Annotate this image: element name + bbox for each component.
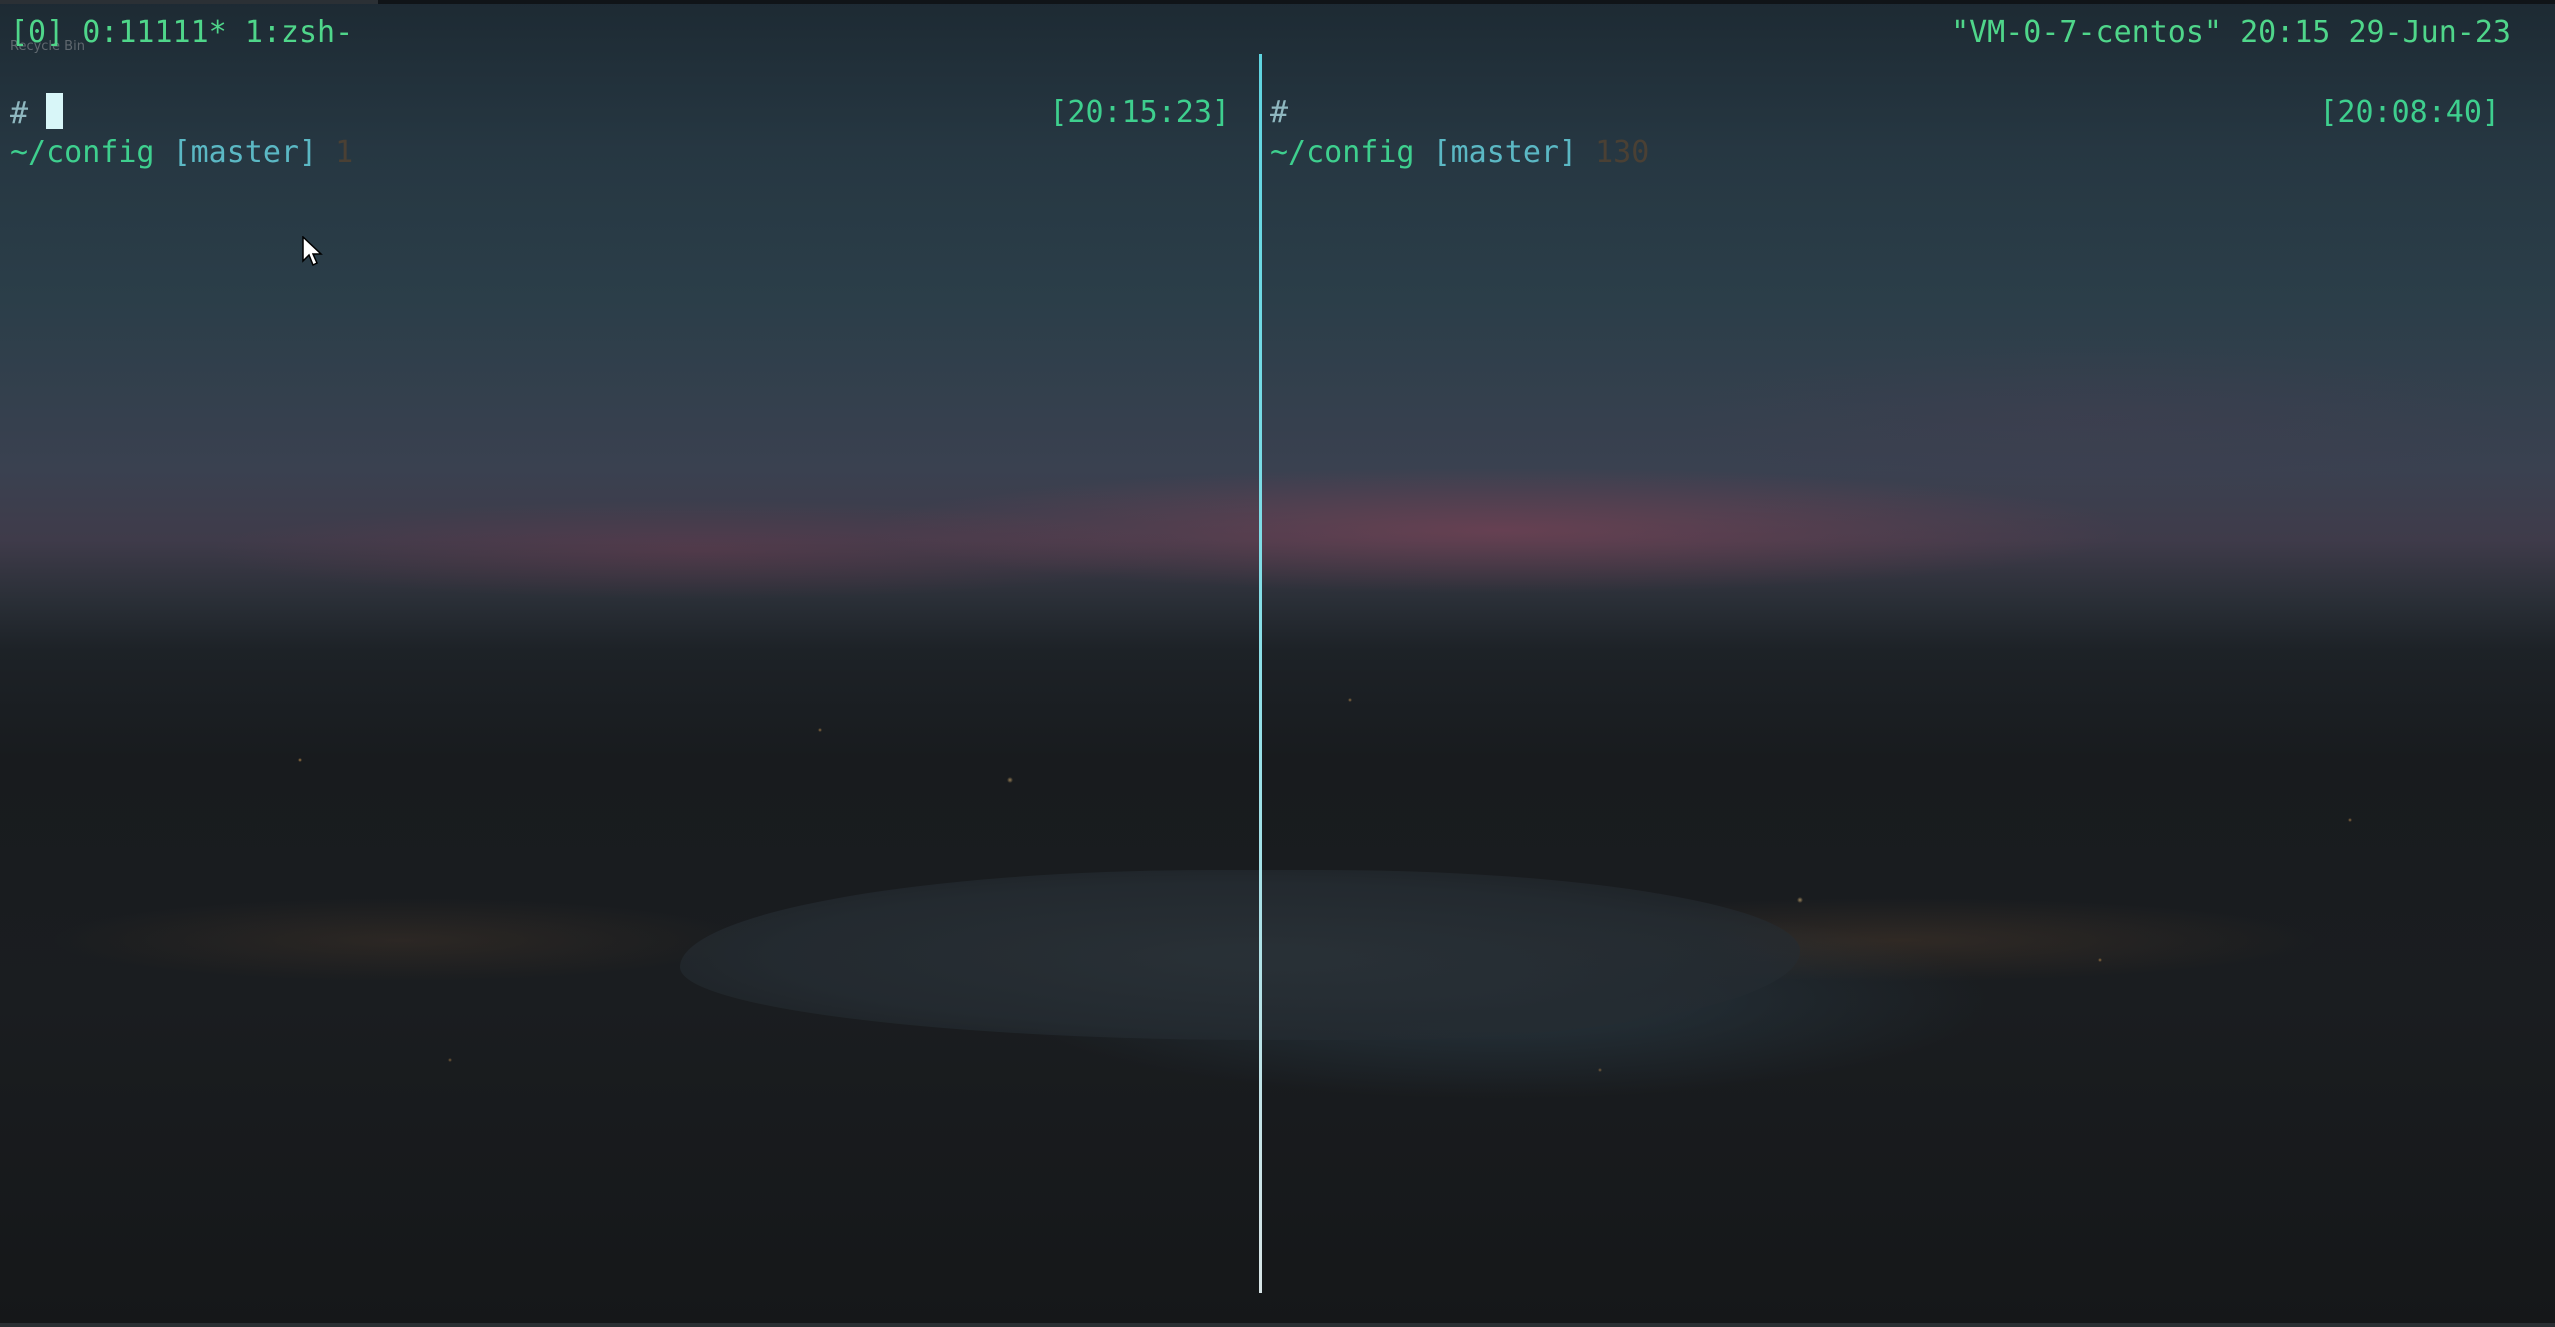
prompt-timestamp: [20:08:40] <box>2319 95 2500 130</box>
tmux-window-0[interactable]: 0:11111* <box>82 15 227 50</box>
tmux-status-left: [0] 0:11111* 1:zsh- <box>10 13 353 53</box>
tmux-clock-date: 29-Jun-23 <box>2348 15 2511 50</box>
prompt-line[interactable]: # <box>10 93 64 134</box>
active-tab-indicator <box>0 0 378 4</box>
top-window-bar <box>0 0 2555 4</box>
prompt-header: ~/config [master] 1 <box>10 133 1230 173</box>
tmux-session-id: [0] <box>10 15 65 50</box>
tmux-window-1[interactable]: 1:zsh- <box>245 15 353 50</box>
mouse-pointer-icon <box>302 236 323 267</box>
prompt-symbol: # <box>10 96 29 131</box>
prompt-symbol: # <box>1270 95 1289 130</box>
exit-code: 130 <box>1595 135 1650 170</box>
git-branch: [master] <box>172 135 318 170</box>
desktop-screen: Recycle Bin [0] 0:11111* 1:zsh- "VM-0-7-… <box>0 0 2555 1327</box>
prompt-path: ~/config <box>1270 135 1415 170</box>
terminal-cursor <box>46 93 64 129</box>
prompt-timestamp: [20:15:23] <box>1049 95 1230 130</box>
prompt-header: ~/config [master] 130 <box>1270 133 2500 173</box>
tmux-status-right: "VM-0-7-centos" 20:15 29-Jun-23 <box>1951 13 2511 53</box>
tmux-clock-time: 20:15 <box>2240 15 2331 50</box>
wallpaper-lake <box>680 870 1800 1040</box>
prompt-path: ~/config <box>10 135 155 170</box>
pane-divider[interactable] <box>1259 54 1262 1293</box>
tmux-hostname: "VM-0-7-centos" <box>1951 15 2222 50</box>
bottom-window-bar <box>0 1323 2555 1327</box>
exit-code: 1 <box>335 135 354 170</box>
prompt-line[interactable]: # <box>1270 93 1288 133</box>
terminal-pane-left[interactable]: ~/config [master] 1 # [20:15:23] <box>10 53 1230 333</box>
git-branch: [master] <box>1432 135 1578 170</box>
terminal-pane-right[interactable]: ~/config [master] 130 # [20:08:40] <box>1270 53 2500 333</box>
